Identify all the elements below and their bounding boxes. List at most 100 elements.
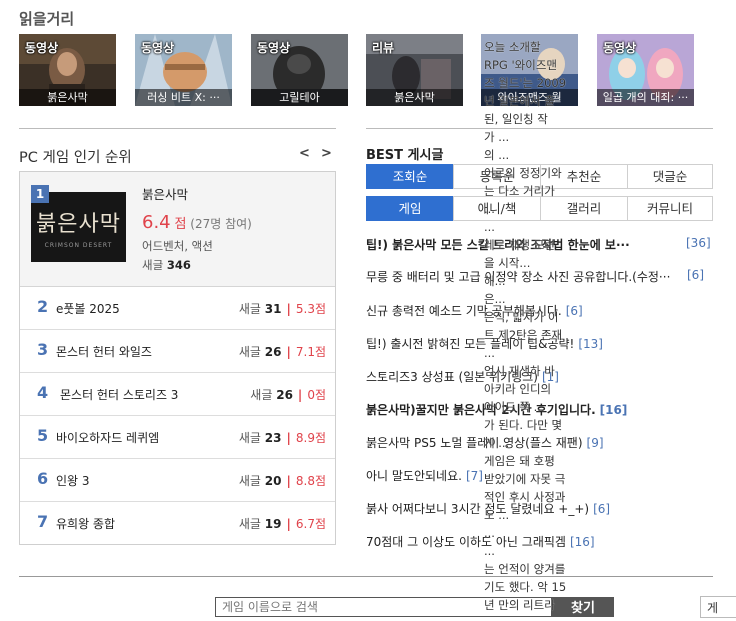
ranking-list: 1 붉은사막 CRIMSON DESERT 붉은사막 6.4 점 (27명 참여… — [19, 171, 336, 545]
rank-number: 6 — [37, 469, 49, 488]
overflow-line: 아키라 인디의 — [484, 382, 552, 396]
game-name[interactable]: 붉은사막 — [142, 184, 188, 203]
divider — [19, 576, 713, 577]
score: 6.7점 — [295, 517, 326, 531]
count-label: 새글 — [238, 517, 261, 531]
card-caption: 고릴테아 — [251, 89, 348, 106]
ranking-title: PC 게임 인기 순위 — [19, 150, 132, 166]
count-label: 새글 — [238, 431, 261, 445]
count-value: 20 — [264, 474, 282, 488]
score-unit: 점 — [174, 217, 187, 232]
tab-cat-community[interactable]: 커뮤니티 — [627, 196, 713, 221]
count-value: 346 — [166, 258, 191, 272]
new-post-count: 새글 346 — [142, 257, 191, 273]
reading-card[interactable]: 동영상 일곱 개의 대죄: ··· — [597, 34, 694, 106]
count-value: 26 — [264, 345, 282, 359]
ranking-row[interactable]: 7 유희왕 종합 새글 19 | 6.7점 — [20, 501, 335, 544]
count-value: 19 — [264, 517, 282, 531]
overflow-line: 레로 재생 모련 — [484, 238, 555, 252]
ranking-row[interactable]: 3 몬스터 헌터 와일즈 새글 26 | 7.1점 — [20, 329, 335, 373]
overflow-line: 기도 했다. 악 15 — [484, 580, 567, 594]
overflow-line: ... — [484, 202, 495, 216]
reading-card[interactable]: 리뷰 붉은사막 — [366, 34, 463, 106]
overflow-line: ... — [484, 346, 495, 360]
overflow-line: 즈 월드'는 2009 — [484, 76, 567, 90]
post-comment-count: [36] — [686, 236, 711, 250]
card-caption: 일곱 개의 대죄: ··· — [597, 89, 694, 106]
score: 8.8점 — [295, 474, 326, 488]
count-label: 새글 — [238, 302, 261, 316]
count-label: 새글 — [238, 345, 261, 359]
rank-number: 2 — [37, 297, 49, 316]
ranking-prev-button[interactable]: < — [299, 146, 310, 161]
reading-card[interactable]: 동영상 붉은사막 — [19, 34, 116, 106]
game-name[interactable]: e풋볼 2025 — [56, 300, 120, 317]
overflow-line: 년 일본에서 출 — [484, 94, 555, 108]
overflow-line: 어르의 정정기와 — [484, 166, 562, 180]
tab-sort-views[interactable]: 조회순 — [366, 164, 454, 189]
post-comment-count: [9] — [586, 436, 604, 450]
overflow-line: 가 ... — [484, 130, 510, 144]
ranking-next-button[interactable]: > — [321, 146, 332, 161]
card-tag: 동영상 — [141, 41, 175, 55]
overflow-line: ... — [484, 526, 495, 540]
count-label: 새글 — [250, 388, 273, 402]
rank-number: 5 — [37, 426, 49, 445]
count-label: 새글 — [142, 258, 164, 272]
cover-title: 붉은사막 — [36, 212, 121, 237]
overflow-line: 트 제2탄은 존재 — [484, 328, 563, 342]
overflow-line: 을 시작... — [484, 256, 531, 270]
game-name[interactable]: 인왕 3 — [56, 472, 90, 489]
overflow-line: 엄시 재생하 바 — [484, 364, 555, 378]
row-stats: 새글 26 | 7.1점 — [238, 345, 326, 359]
participants: (27명 참여) — [190, 217, 252, 231]
overflow-line: 의 ... — [484, 148, 510, 162]
game-score: 6.4 점 (27명 참여) — [142, 212, 252, 233]
reading-card[interactable]: 동영상 고릴테아 — [251, 34, 348, 106]
ranking-row[interactable]: 2 e풋볼 2025 새글 31 | 5.3점 — [20, 286, 335, 330]
reading-title: 읽을거리 — [19, 10, 75, 28]
count-value: 31 — [264, 302, 282, 316]
game-name[interactable]: 몬스터 헌터 와일즈 — [56, 343, 152, 360]
overflow-article-text: 오늘 소개할 RPG '와이즈맨 즈 월드'는 2009 년 일본에서 출 된,… — [484, 38, 579, 614]
overflow-line: 도 ... — [484, 508, 510, 522]
score: 8.9점 — [295, 431, 326, 445]
overflow-line: 년 만의 리트라 — [484, 598, 555, 612]
game-name[interactable]: 유희왕 종합 — [56, 515, 115, 532]
rank-number: 4 — [37, 383, 49, 402]
best-post[interactable]: 아니 말도안되네요. [7] — [366, 467, 483, 484]
overflow-line: 오늘 소개할 — [484, 40, 541, 54]
card-tag: 동영상 — [603, 41, 637, 55]
tab-sort-comments[interactable]: 댓글순 — [627, 164, 713, 189]
post-comment-count: [16] — [599, 403, 628, 417]
game-name[interactable]: 몬스터 헌터 스토리즈 3 — [60, 386, 178, 403]
game-genre: 어드벤처, 액션 — [142, 239, 213, 253]
card-tag: 동영상 — [25, 41, 59, 55]
reading-card[interactable]: 동영상 러싱 비트 X: ··· — [135, 34, 232, 106]
ranking-row[interactable]: 6 인왕 3 새글 20 | 8.8점 — [20, 458, 335, 502]
post-comment-count: [6] — [593, 502, 611, 516]
ranking-row[interactable]: 5 바이오하자드 레퀴엠 새글 23 | 8.9점 — [20, 415, 335, 459]
rank-number: 7 — [37, 512, 49, 531]
best-title: BEST 게시글 — [366, 148, 444, 163]
overflow-line: 가 된다. 다만 몇 — [484, 418, 563, 432]
score: 5.3점 — [295, 302, 326, 316]
game-name[interactable]: 바이오하자드 레퀴엠 — [56, 429, 159, 446]
overflow-line: 은식, 밟자가 이 — [484, 310, 559, 324]
card-caption: 붉은사막 — [19, 89, 116, 106]
post-title: 아니 말도안되네요. — [366, 469, 462, 483]
tab-cat-game[interactable]: 게임 — [366, 196, 454, 221]
score: 7.1점 — [295, 345, 326, 359]
card-caption: 러싱 비트 X: ··· — [135, 89, 232, 106]
overflow-line: 아이드 쪽 ... — [484, 400, 545, 414]
overflow-line: 된, 일인칭 작 — [484, 112, 548, 126]
ranking-top-item[interactable]: 1 붉은사막 CRIMSON DESERT 붉은사막 6.4 점 (27명 참여… — [20, 172, 335, 287]
count-value: 26 — [276, 388, 293, 402]
overflow-line: 해... — [484, 274, 506, 288]
row-stats: 새글 31 | 5.3점 — [238, 302, 326, 316]
ranking-row[interactable]: 4 몬스터 헌터 스토리즈 3 새글 26 | 0점 — [20, 372, 335, 416]
overflow-line: 는 다소 거리가 — [484, 184, 555, 198]
overflow-line: 은... — [484, 292, 506, 306]
corner-button[interactable]: 게 — [700, 596, 736, 618]
overflow-line: 적인 후시 사정과 — [484, 490, 566, 504]
